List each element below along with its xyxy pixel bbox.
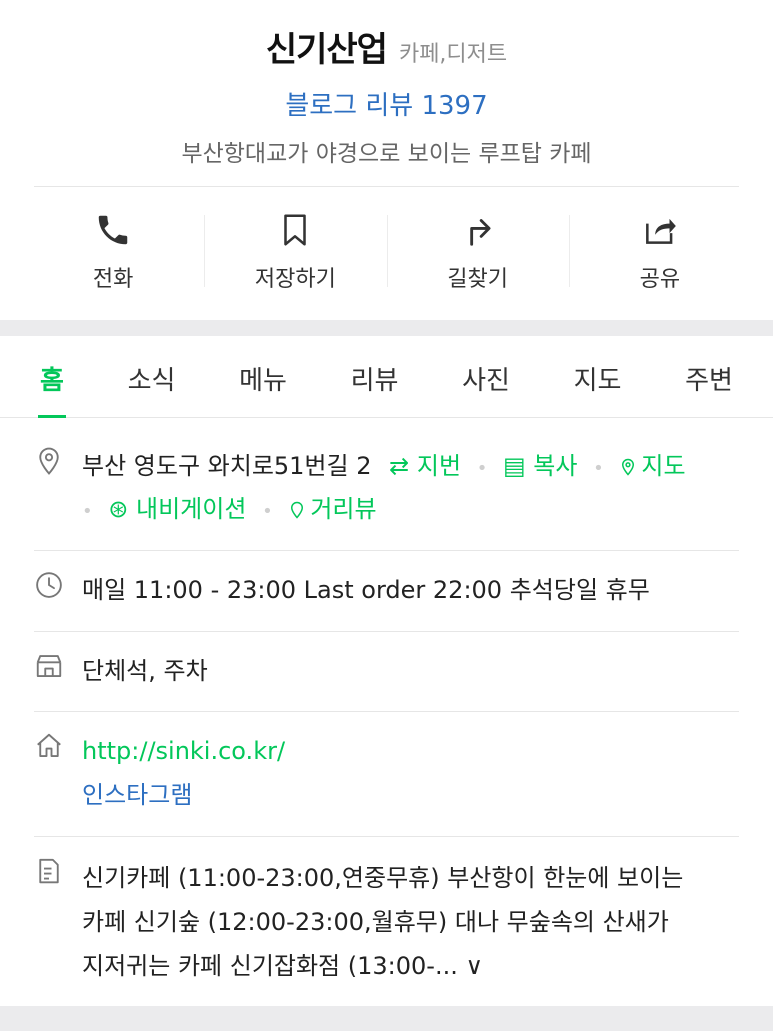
lot-number-label: 지번 (416, 452, 462, 480)
navigation-label: 내비게이션 (136, 495, 247, 523)
home-icon (34, 731, 64, 815)
document-icon (34, 856, 64, 988)
divider (34, 711, 739, 712)
clock-icon (34, 570, 64, 610)
divider (34, 550, 739, 551)
share-label: 공유 (639, 267, 681, 292)
call-button[interactable]: 전화 (22, 187, 204, 317)
call-label: 전화 (92, 267, 134, 292)
street-view-pin-icon (291, 501, 304, 519)
separator-dot: • (476, 458, 488, 479)
directions-button[interactable]: 길찾기 (386, 187, 569, 317)
car-icon: ⊛ (108, 495, 129, 523)
tab-photos[interactable]: 사진 (462, 336, 510, 417)
homepage-url-link[interactable]: http://sinki.co.kr/ (82, 731, 285, 771)
copy-link[interactable]: ▤ 복사 (503, 452, 585, 480)
street-view-label: 거리뷰 (310, 495, 377, 523)
map-pin-icon (622, 458, 635, 476)
section-separator (0, 320, 773, 336)
tab-nearby[interactable]: 주변 (685, 336, 733, 417)
hours-row[interactable]: 매일 11:00 - 23:00 Last order 22:00 추석당일 휴… (34, 570, 739, 610)
description-row[interactable]: 신기카페 (11:00-23:00,연중무휴) 부산항이 한눈에 보이는 카페 … (34, 856, 739, 988)
description-line-3: 지저귀는 카페 신기잡화점 (13:00-... ∨ (82, 952, 484, 980)
separator-dot: • (593, 458, 604, 479)
instagram-link[interactable]: 인스타그램 (82, 775, 285, 815)
description-text: 신기카페 (11:00-23:00,연중무휴) 부산항이 한눈에 보이는 카페 … (82, 856, 683, 988)
separator-dot: • (262, 501, 273, 522)
lot-number-link[interactable]: ⇄ 지번 (389, 452, 469, 480)
map-label: 지도 (641, 452, 686, 480)
directions-label: 길찾기 (447, 267, 508, 292)
bottom-separator (0, 1006, 773, 1031)
address-text: 부산 영도구 와치로51번길 2 (82, 452, 372, 480)
place-header: 신기산업 카페,디저트 블로그 리뷰 1397 부산항대교가 야경으로 보이는 … (0, 0, 773, 186)
separator-dot: • (82, 501, 93, 522)
tab-map[interactable]: 지도 (574, 336, 622, 417)
tab-reviews[interactable]: 리뷰 (351, 336, 399, 417)
action-bar: 전화 저장하기 길찾기 공유 (22, 187, 751, 317)
business-hours: 매일 11:00 - 23:00 Last order 22:00 추석당일 휴… (82, 576, 650, 604)
homepage-links: http://sinki.co.kr/ 인스타그램 (82, 731, 285, 815)
description-line-2: 카페 신기숲 (12:00-23:00,월휴무) 대나 무숲속의 산새가 (82, 908, 669, 936)
divider (34, 836, 739, 837)
store-icon (34, 651, 64, 691)
facilities-row: 단체석, 주차 (34, 651, 739, 691)
location-pin-icon (34, 446, 64, 532)
street-view-link[interactable]: 거리뷰 (288, 495, 377, 523)
place-tagline: 부산항대교가 야경으로 보이는 루프탑 카페 (181, 141, 592, 167)
title-row: 신기산업 카페,디저트 (0, 22, 773, 71)
divider (34, 631, 739, 632)
tab-bar: 홈 소식 메뉴 리뷰 사진 지도 주변 (0, 336, 773, 418)
copy-label: 복사 (533, 452, 578, 480)
save-label: 저장하기 (254, 267, 336, 292)
address-row: 부산 영도구 와치로51번길 2 ⇄ 지번 • ▤ 복사 • 지도 • ⊛ 내비… (34, 446, 739, 532)
share-button[interactable]: 공유 (568, 187, 751, 317)
place-category: 카페,디저트 (398, 42, 508, 67)
facilities-text: 단체석, 주차 (82, 657, 208, 685)
save-button[interactable]: 저장하기 (204, 187, 386, 317)
address-block: 부산 영도구 와치로51번길 2 ⇄ 지번 • ▤ 복사 • 지도 • ⊛ 내비… (82, 446, 686, 532)
tab-home[interactable]: 홈 (38, 336, 66, 418)
navigation-link[interactable]: ⊛ 내비게이션 (108, 495, 254, 523)
description-line-1: 신기카페 (11:00-23:00,연중무휴) 부산항이 한눈에 보이는 (82, 864, 684, 892)
place-name: 신기산업 (265, 30, 388, 70)
tab-news[interactable]: 소식 (128, 336, 176, 417)
directions-icon (469, 219, 491, 246)
copy-icon: ▤ (502, 452, 526, 480)
map-link[interactable]: 지도 (619, 452, 686, 480)
homepage-row: http://sinki.co.kr/ 인스타그램 (34, 731, 739, 815)
bookmark-icon (284, 214, 307, 246)
phone-icon (98, 215, 128, 245)
tab-menu[interactable]: 메뉴 (239, 336, 287, 417)
share-icon (645, 218, 676, 244)
blog-review-link[interactable]: 블로그 리뷰 1397 (0, 85, 773, 122)
swap-icon: ⇄ (389, 452, 410, 480)
